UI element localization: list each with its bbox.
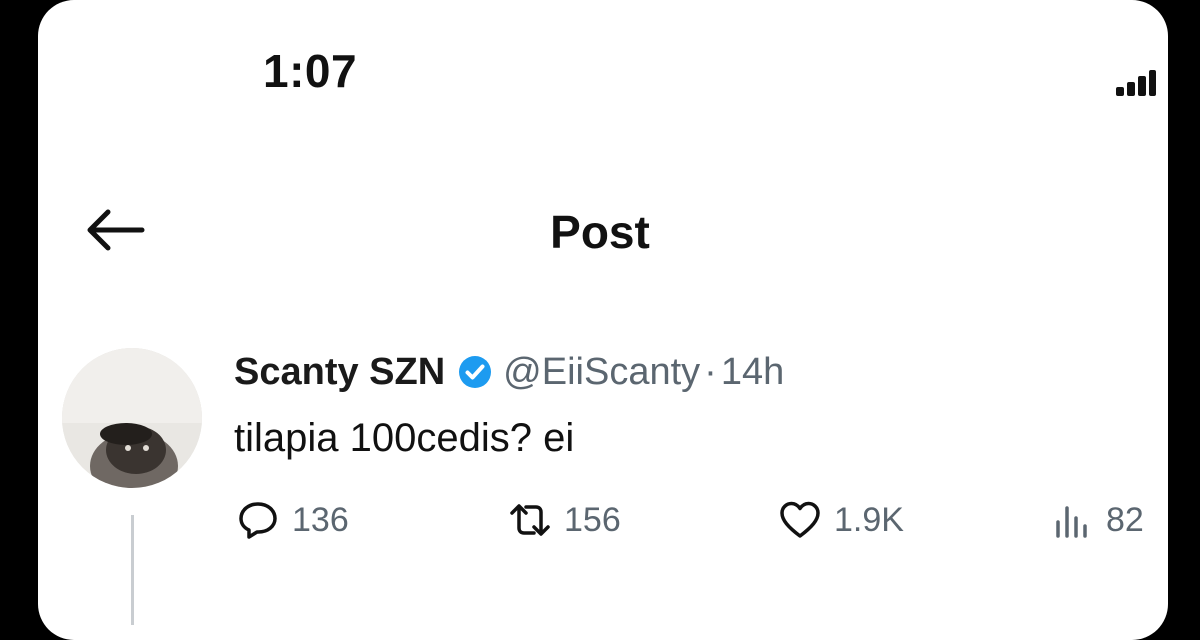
thread-line (131, 515, 134, 625)
views-chart-icon (1056, 506, 1087, 538)
like-count: 1.9K (834, 500, 904, 539)
views-count: 82 (1106, 500, 1144, 539)
page-title: Post (550, 206, 650, 258)
repost-icon (510, 504, 550, 536)
reply-button[interactable]: 136 (236, 498, 349, 542)
signal-icon (1116, 70, 1156, 96)
repost-button[interactable]: 156 (508, 498, 621, 542)
verified-badge-icon (459, 356, 492, 388)
repost-count: 156 (564, 500, 621, 539)
separator-dot: · (704, 350, 717, 393)
handle[interactable]: @EiiScanty (503, 351, 700, 394)
post-time: 14h (720, 350, 785, 393)
reply-count: 136 (292, 500, 349, 539)
heart-icon (780, 501, 820, 538)
post-text: tilapia 100cedis? ei (234, 416, 575, 460)
avatar[interactable] (62, 348, 202, 488)
status-time: 1:07 (263, 45, 358, 97)
display-name[interactable]: Scanty SZN (234, 351, 445, 394)
phone-screen: 1:07 Post Scanty SZN @EiiScanty · 14h ti… (38, 0, 1168, 640)
post-author-row: Scanty SZN @EiiScanty · 14h (234, 346, 784, 398)
views-button[interactable]: 82 (1050, 498, 1144, 542)
reply-icon (239, 502, 277, 539)
like-button[interactable]: 1.9K (778, 498, 904, 542)
